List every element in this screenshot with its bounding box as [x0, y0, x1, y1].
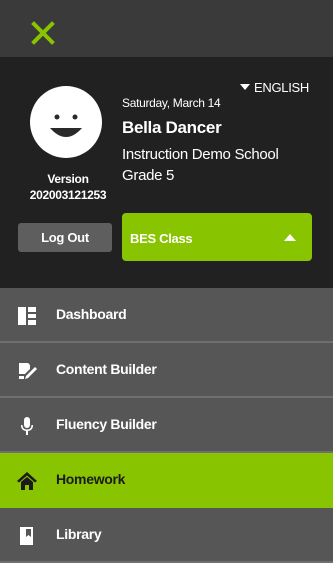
language-label: ENGLISH: [254, 80, 309, 95]
version-number: 202003121253: [29, 188, 107, 202]
logout-button[interactable]: Log Out: [18, 223, 112, 252]
nav-item-library[interactable]: Library: [0, 508, 333, 563]
version-info: Version 202003121253: [16, 171, 120, 203]
top-bar: [0, 0, 333, 57]
nav-item-dashboard[interactable]: Dashboard: [0, 288, 333, 343]
close-icon: [31, 21, 55, 45]
nav-item-label: Fluency Builder: [56, 416, 157, 432]
caret-up-icon: [284, 234, 296, 241]
nav-item-content-builder[interactable]: Content Builder: [0, 343, 333, 398]
class-selector[interactable]: BES Class: [122, 213, 312, 261]
nav-item-label: Library: [56, 526, 102, 542]
smiley-face-icon: [50, 114, 82, 137]
nav-menu: Dashboard Content Builder Fluency Builde…: [0, 288, 333, 563]
avatar: [30, 86, 102, 158]
nav-item-label: Dashboard: [56, 306, 127, 322]
home-icon: [16, 470, 38, 492]
current-date: Saturday, March 14: [122, 96, 221, 110]
grade-label: Grade 5: [122, 167, 175, 184]
content-builder-icon: [16, 360, 38, 382]
dashboard-icon: [16, 305, 38, 327]
version-label: Version: [47, 172, 89, 186]
user-name: Bella Dancer: [122, 118, 222, 137]
profile-panel: ENGLISH Saturday, March 14 Bella Dancer …: [0, 57, 333, 288]
caret-down-icon: [240, 84, 251, 90]
class-selector-label: BES Class: [130, 231, 193, 246]
nav-item-label: Homework: [56, 471, 126, 487]
close-button[interactable]: [31, 21, 55, 45]
nav-item-fluency-builder[interactable]: Fluency Builder: [0, 398, 333, 453]
school-name: Instruction Demo School: [122, 146, 279, 163]
nav-item-label: Content Builder: [56, 361, 157, 377]
language-selector[interactable]: ENGLISH: [240, 80, 309, 95]
book-icon: [16, 525, 38, 547]
microphone-icon: [16, 415, 38, 437]
nav-item-homework[interactable]: Homework: [0, 453, 333, 508]
